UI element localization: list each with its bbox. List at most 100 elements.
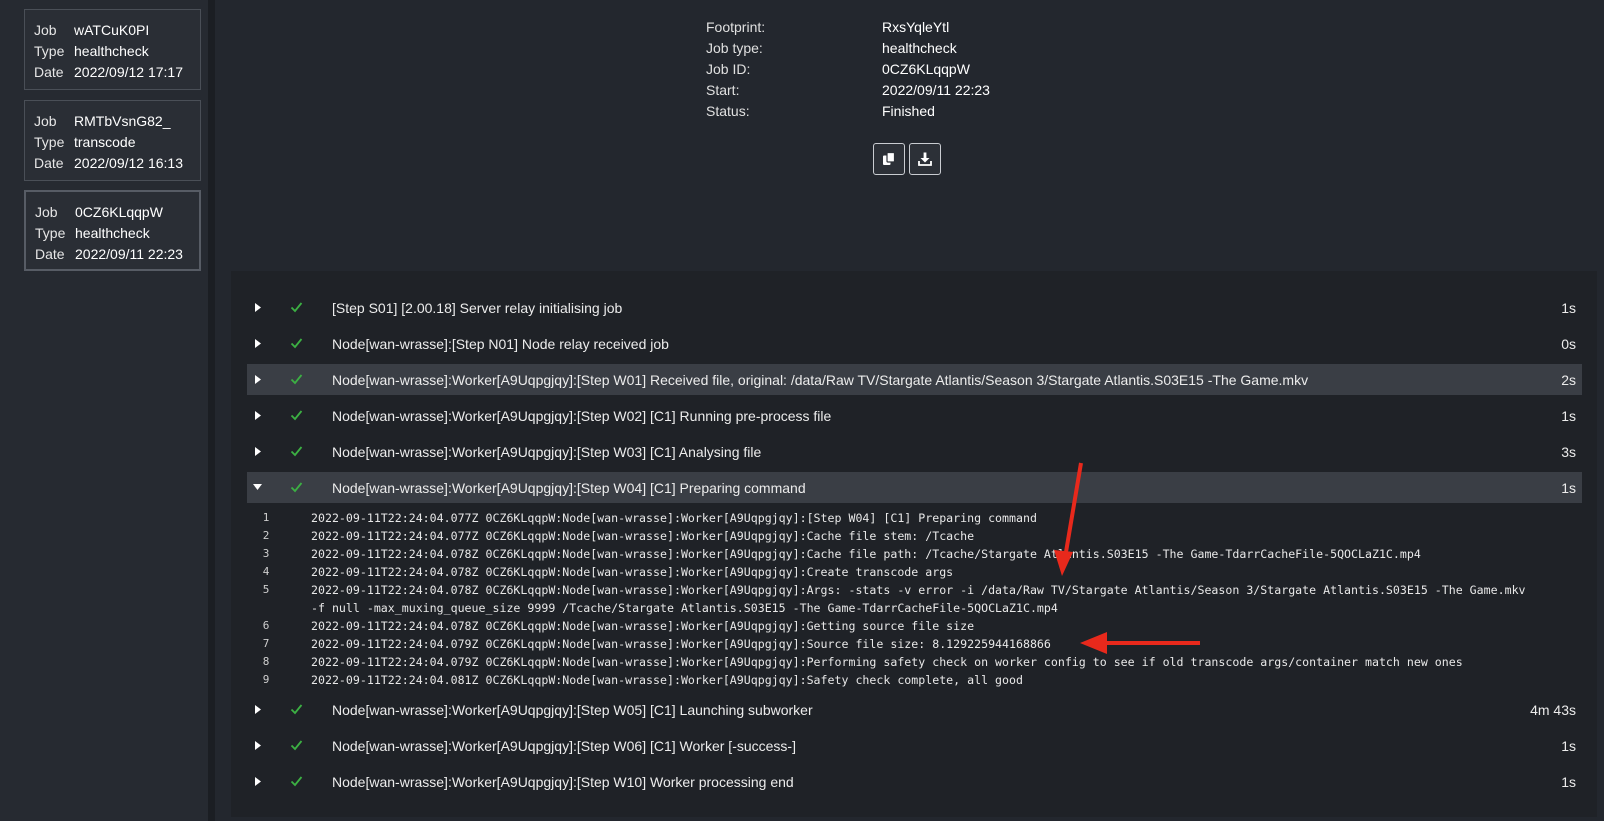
status-label: Status: — [706, 102, 750, 119]
step-row[interactable]: Node[wan-wrasse]:Worker[A9Uqpgjqy]:[Step… — [247, 766, 1582, 797]
job-label: Job — [34, 21, 57, 38]
step-row[interactable]: Node[wan-wrasse]:Worker[A9Uqpgjqy]:[Step… — [247, 730, 1582, 761]
step-duration: 1s — [1561, 299, 1576, 316]
line-number: 1 — [262, 511, 270, 524]
check-icon — [290, 446, 303, 457]
check-icon — [290, 482, 303, 493]
log-text: 2022-09-11T22:24:04.081Z 0CZ6KLqqpW:Node… — [311, 673, 1023, 687]
job-date: 2022/09/12 17:17 — [74, 63, 183, 80]
step-duration: 4m 43s — [1530, 701, 1576, 718]
step-row[interactable]: [Step S01] [2.00.18] Server relay initia… — [247, 292, 1582, 323]
check-icon — [290, 704, 303, 715]
line-number: 9 — [262, 673, 270, 686]
step-row[interactable]: Node[wan-wrasse]:Worker[A9Uqpgjqy]:[Step… — [247, 694, 1582, 725]
step-text: Node[wan-wrasse]:Worker[A9Uqpgjqy]:[Step… — [332, 737, 796, 754]
log-line: 1 2022-09-11T22:24:04.077Z 0CZ6KLqqpW:Nod… — [247, 509, 1582, 527]
caret-right-icon[interactable] — [255, 339, 261, 348]
check-icon — [290, 302, 303, 313]
log-line: 8 2022-09-11T22:24:04.079Z 0CZ6KLqqpW:Nod… — [247, 653, 1582, 671]
jobid-value: 0CZ6KLqqpW — [882, 60, 970, 77]
job-card[interactable]: Job RMTbVsnG82_ Type transcode Date 2022/09… — [24, 100, 201, 181]
caret-down-icon[interactable] — [253, 484, 262, 490]
copy-button[interactable] — [873, 143, 905, 175]
date-label: Date — [35, 245, 65, 262]
step-log: 1 2022-09-11T22:24:04.077Z 0CZ6KLqqpW:Nod… — [247, 509, 1582, 689]
check-icon — [290, 740, 303, 751]
step-text: Node[wan-wrasse]:Worker[A9Uqpgjqy]:[Step… — [332, 479, 806, 496]
caret-right-icon[interactable] — [255, 741, 261, 750]
log-text: 2022-09-11T22:24:04.078Z 0CZ6KLqqpW:Node… — [311, 583, 1526, 615]
footprint-value: RxsYqleYtl — [882, 18, 950, 35]
job-date: 2022/09/11 22:23 — [75, 245, 183, 262]
step-duration: 3s — [1561, 443, 1576, 460]
line-number: 7 — [262, 637, 270, 650]
caret-right-icon[interactable] — [255, 447, 261, 456]
log-text: 2022-09-11T22:24:04.078Z 0CZ6KLqqpW:Node… — [311, 547, 1421, 561]
download-button[interactable] — [909, 143, 941, 175]
job-id: 0CZ6KLqqpW — [75, 203, 163, 220]
jobtype-value: healthcheck — [882, 39, 957, 56]
status-value: Finished — [882, 102, 935, 119]
line-number: 2 — [262, 529, 270, 542]
line-number: 5 — [262, 583, 270, 596]
step-row[interactable]: Node[wan-wrasse]:Worker[A9Uqpgjqy]:[Step… — [247, 400, 1582, 431]
job-label: Job — [34, 112, 57, 129]
job-card[interactable]: Job wATCuK0PI Type healthcheck Date 2022/09… — [24, 9, 201, 90]
check-icon — [290, 338, 303, 349]
log-text: 2022-09-11T22:24:04.077Z 0CZ6KLqqpW:Node… — [311, 529, 975, 543]
step-text: Node[wan-wrasse]:Worker[A9Uqpgjqy]:[Step… — [332, 443, 762, 460]
step-duration: 1s — [1561, 773, 1576, 790]
job-info: Footprint: RxsYqleYtl Job type: healthchec… — [706, 16, 990, 121]
start-value: 2022/09/11 22:23 — [882, 81, 990, 98]
sidebar-divider[interactable] — [208, 0, 215, 821]
step-duration: 1s — [1561, 479, 1576, 496]
start-label: Start: — [706, 81, 740, 98]
log-text: 2022-09-11T22:24:04.077Z 0CZ6KLqqpW:Node… — [311, 511, 1037, 525]
step-duration: 1s — [1561, 737, 1576, 754]
step-duration: 0s — [1561, 335, 1576, 352]
caret-right-icon[interactable] — [255, 303, 261, 312]
job-type: transcode — [74, 133, 136, 150]
line-number: 4 — [262, 565, 270, 578]
job-id: RMTbVsnG82_ — [74, 112, 171, 129]
check-icon — [290, 374, 303, 385]
footprint-label: Footprint: — [706, 18, 766, 35]
job-type: healthcheck — [74, 42, 149, 59]
caret-right-icon[interactable] — [255, 375, 261, 384]
log-text: 2022-09-11T22:24:04.079Z 0CZ6KLqqpW:Node… — [311, 637, 1051, 651]
job-label: Job — [35, 203, 58, 220]
step-row-expanded[interactable]: Node[wan-wrasse]:Worker[A9Uqpgjqy]:[Step… — [247, 472, 1582, 503]
step-text: Node[wan-wrasse]:Worker[A9Uqpgjqy]:[Step… — [332, 407, 832, 424]
line-number: 8 — [262, 655, 270, 668]
caret-right-icon[interactable] — [255, 411, 261, 420]
step-text: Node[wan-wrasse]:Worker[A9Uqpgjqy]:[Step… — [332, 773, 794, 790]
step-text: Node[wan-wrasse]:Worker[A9Uqpgjqy]:[Step… — [332, 701, 813, 718]
log-text: 2022-09-11T22:24:04.078Z 0CZ6KLqqpW:Node… — [311, 619, 975, 633]
date-label: Date — [34, 63, 64, 80]
job-date: 2022/09/12 16:13 — [74, 154, 183, 171]
log-line: 4 2022-09-11T22:24:04.078Z 0CZ6KLqqpW:Nod… — [247, 563, 1582, 581]
jobid-label: Job ID: — [706, 60, 751, 77]
step-row[interactable]: Node[wan-wrasse]:Worker[A9Uqpgjqy]:[Step… — [247, 436, 1582, 467]
caret-right-icon[interactable] — [255, 705, 261, 714]
step-row[interactable]: Node[wan-wrasse]:Worker[A9Uqpgjqy]:[Step… — [247, 364, 1582, 395]
step-row[interactable]: Node[wan-wrasse]:[Step N01] Node relay r… — [247, 328, 1582, 359]
log-line: 5 2022-09-11T22:24:04.078Z 0CZ6KLqqpW:Nod… — [247, 581, 1582, 617]
job-type: healthcheck — [75, 224, 150, 241]
step-duration: 1s — [1561, 407, 1576, 424]
log-line: 7 2022-09-11T22:24:04.079Z 0CZ6KLqqpW:Nod… — [247, 635, 1582, 653]
log-line: 2 2022-09-11T22:24:04.077Z 0CZ6KLqqpW:Nod… — [247, 527, 1582, 545]
step-text: Node[wan-wrasse]:Worker[A9Uqpgjqy]:[Step… — [332, 371, 1309, 388]
download-icon — [918, 152, 932, 166]
caret-right-icon[interactable] — [255, 777, 261, 786]
jobtype-label: Job type: — [706, 39, 763, 56]
log-text: 2022-09-11T22:24:04.078Z 0CZ6KLqqpW:Node… — [311, 565, 954, 579]
line-number: 3 — [262, 547, 270, 560]
job-id: wATCuK0PI — [74, 21, 150, 38]
job-card-selected[interactable]: Job 0CZ6KLqqpW Type healthcheck Date 2022/0… — [24, 190, 201, 271]
type-label: Type — [34, 133, 65, 150]
type-label: Type — [35, 224, 66, 241]
check-icon — [290, 776, 303, 787]
copy-icon — [883, 152, 896, 165]
step-text: [Step S01] [2.00.18] Server relay initia… — [332, 299, 623, 316]
